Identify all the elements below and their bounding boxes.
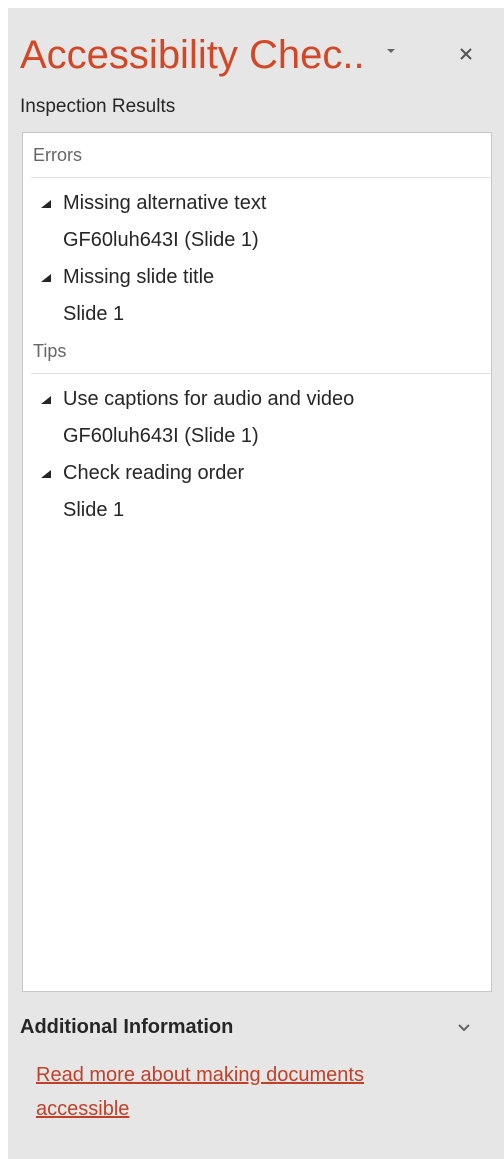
- close-icon: [460, 48, 472, 60]
- close-button[interactable]: [452, 40, 480, 68]
- tip-item-location[interactable]: Slide 1: [37, 491, 481, 529]
- error-item-missing-slide-title[interactable]: Missing slide title Slide 1: [37, 259, 481, 333]
- caret-down-icon: [387, 49, 395, 53]
- tip-item-head[interactable]: Use captions for audio and video: [37, 381, 481, 417]
- tips-divider: [31, 373, 491, 374]
- tip-item-location[interactable]: GF60luh643I (Slide 1): [37, 417, 481, 455]
- triangle-expanded-icon[interactable]: [39, 273, 53, 283]
- tip-item-reading-order[interactable]: Check reading order Slide 1: [37, 455, 481, 529]
- error-item-label: Missing slide title: [63, 266, 215, 288]
- read-more-link[interactable]: Read more about making documents accessi…: [36, 1058, 456, 1126]
- error-item-label: Missing alternative text: [63, 192, 267, 214]
- pane-title: Accessibility Chec..: [20, 33, 365, 77]
- additional-information-heading: Additional Information: [20, 1016, 234, 1038]
- tip-item-label: Use captions for audio and video: [63, 388, 355, 410]
- tip-item-label: Check reading order: [63, 462, 245, 484]
- accessibility-checker-pane: Accessibility Chec.. Inspection Results …: [8, 8, 504, 1159]
- additional-information-toggle[interactable]: Additional Information: [20, 1012, 490, 1042]
- tip-item-head[interactable]: Check reading order: [37, 455, 481, 491]
- inspection-results-list[interactable]: Errors Missing alternative text GF60luh6…: [22, 132, 492, 992]
- triangle-expanded-icon[interactable]: [39, 395, 53, 405]
- tip-item-captions[interactable]: Use captions for audio and video GF60luh…: [37, 381, 481, 455]
- error-item-location[interactable]: Slide 1: [37, 295, 481, 333]
- tips-section-header: Tips: [33, 341, 67, 361]
- error-item-head[interactable]: Missing slide title: [37, 259, 481, 295]
- error-item-location[interactable]: GF60luh643I (Slide 1): [37, 221, 481, 259]
- inspection-results-heading: Inspection Results: [20, 96, 176, 117]
- errors-section-header: Errors: [33, 145, 82, 165]
- triangle-expanded-icon[interactable]: [39, 469, 53, 479]
- triangle-expanded-icon[interactable]: [39, 199, 53, 209]
- chevron-down-icon[interactable]: [456, 1022, 472, 1034]
- error-item-missing-alt-text[interactable]: Missing alternative text GF60luh643I (Sl…: [37, 185, 481, 259]
- task-pane-options-button[interactable]: [378, 38, 404, 64]
- errors-divider: [31, 177, 491, 178]
- error-item-head[interactable]: Missing alternative text: [37, 185, 481, 221]
